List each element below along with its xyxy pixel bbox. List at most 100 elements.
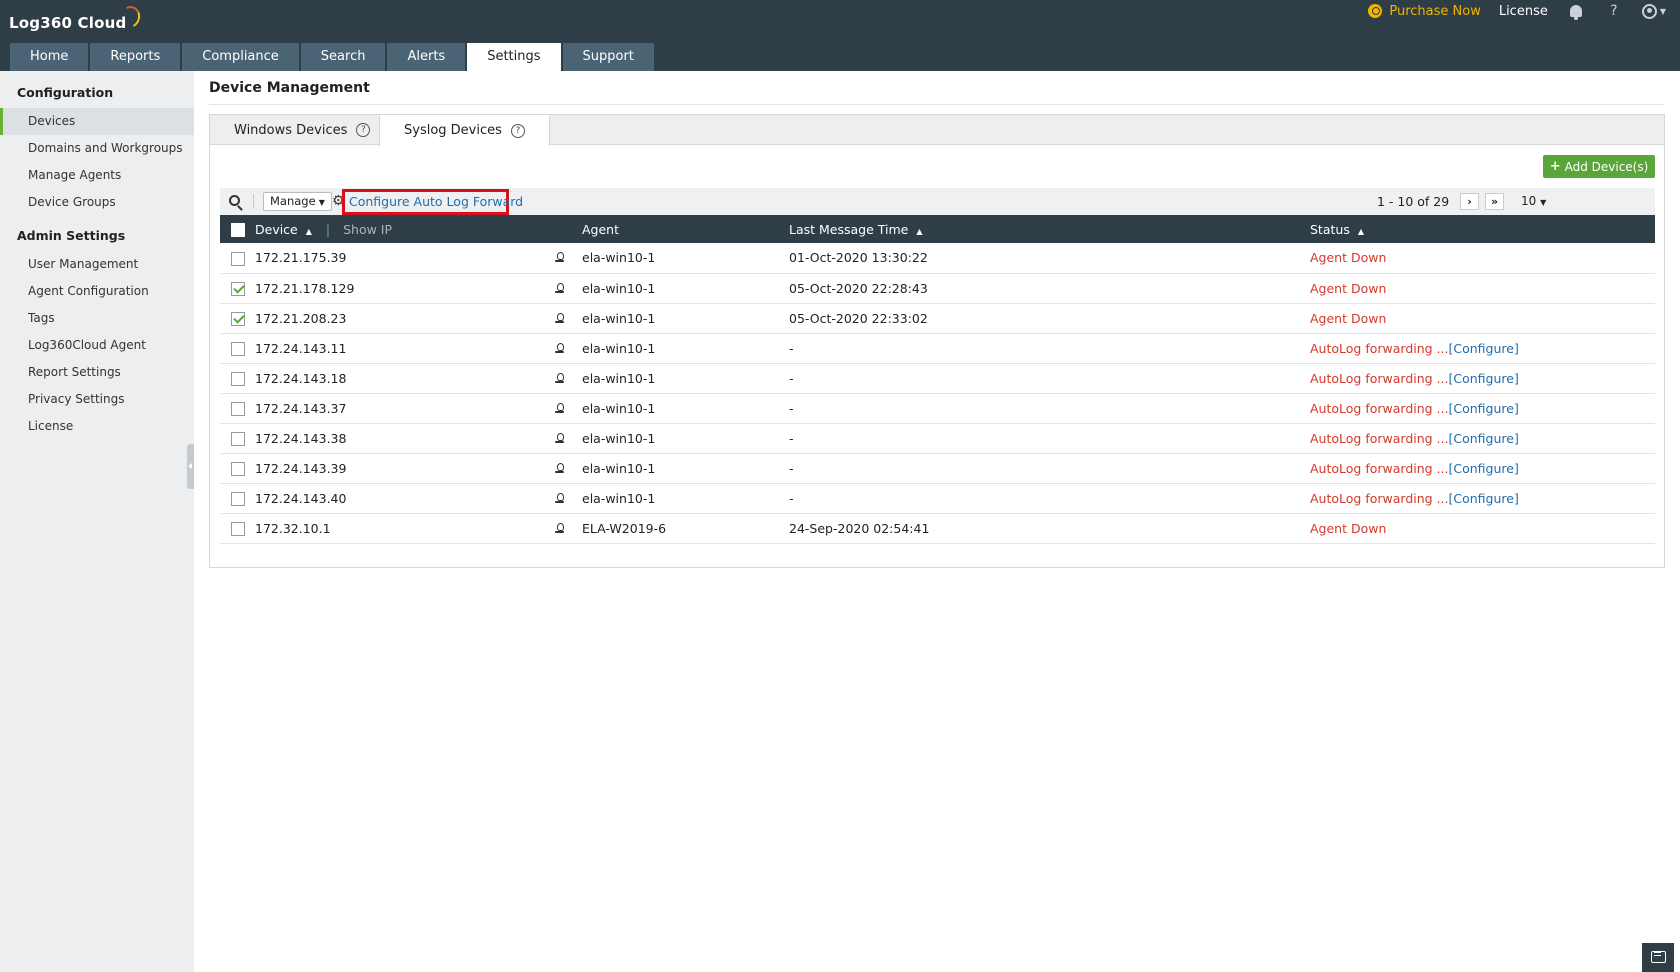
device-ip[interactable]: 172.24.143.18 (255, 371, 346, 386)
sidebar-item-privacy-settings[interactable]: Privacy Settings (0, 386, 194, 413)
purchase-now-link[interactable]: Purchase Now (1368, 4, 1481, 19)
table-row[interactable]: 172.24.143.39 ela-win10-1 - AutoLog forward… (220, 453, 1655, 484)
sidebar-item-agent-configuration[interactable]: Agent Configuration (0, 278, 194, 305)
last-message-time: - (789, 400, 794, 416)
device-ip[interactable]: 172.21.178.129 (255, 281, 354, 296)
last-message-time-cell: 05-Oct-2020 22:28:43 (789, 273, 1310, 304)
configure-auto-log-forward-link[interactable]: Configure Auto Log Forward (349, 194, 523, 209)
device-ip[interactable]: 172.32.10.1 (255, 521, 331, 536)
linux-icon (555, 402, 564, 414)
status-cell: AutoLog forwarding ...[Configure] (1310, 483, 1655, 514)
next-page-button[interactable]: › (1460, 193, 1479, 210)
row-checkbox[interactable] (230, 341, 245, 356)
status-cell: Agent Down (1310, 303, 1655, 334)
tab-windows-devices[interactable]: Windows Devices ? (234, 115, 371, 145)
sidebar-item-device-groups[interactable]: Device Groups (0, 189, 194, 216)
table-row[interactable]: 172.21.175.39 ela-win10-1 01-Oct-2020 13:3… (220, 243, 1655, 274)
table-row[interactable]: 172.21.208.23 ela-win10-1 05-Oct-2020 22:3… (220, 303, 1655, 334)
agent-cell: ela-win10-1 (582, 243, 789, 274)
row-checkbox[interactable] (230, 521, 245, 536)
row-checkbox[interactable] (230, 461, 245, 476)
table-row[interactable]: 172.32.10.1 ELA-W2019-6 24-Sep-2020 02:54:… (220, 513, 1655, 544)
table-row[interactable]: 172.24.143.18 ela-win10-1 - AutoLog forward… (220, 363, 1655, 394)
status-text: AutoLog forwarding ... (1310, 340, 1449, 356)
device-ip[interactable]: 172.24.143.40 (255, 491, 346, 506)
sidebar-item-manage-agents[interactable]: Manage Agents (0, 162, 194, 189)
sidebar-item-log360cloud-agent[interactable]: Log360Cloud Agent (0, 332, 194, 359)
show-ip-toggle[interactable]: | Show IP (326, 222, 392, 237)
tab-syslog-devices[interactable]: Syslog Devices ? (379, 115, 550, 146)
sidebar-item-devices[interactable]: Devices (0, 108, 194, 135)
agent-name: ela-win10-1 (582, 490, 656, 506)
help-icon[interactable]: ? (356, 123, 371, 137)
row-checkbox[interactable] (230, 281, 245, 296)
tab-compliance[interactable]: Compliance (182, 43, 299, 71)
agent-name: ela-win10-1 (582, 280, 656, 296)
row-checkbox[interactable] (230, 491, 245, 506)
last-message-time-cell: - (789, 333, 1310, 364)
sidebar-item-report-settings[interactable]: Report Settings (0, 359, 194, 386)
device-ip[interactable]: 172.24.143.37 (255, 401, 346, 416)
last-message-time: - (789, 340, 794, 356)
sidebar-item-user-management[interactable]: User Management (0, 251, 194, 278)
sidebar-item-tags[interactable]: Tags (0, 305, 194, 332)
license-link[interactable]: License (1499, 4, 1548, 19)
select-all-checkbox[interactable] (230, 222, 245, 237)
tab-settings[interactable]: Settings (467, 43, 561, 71)
agent-column-header[interactable]: Agent (582, 215, 789, 243)
device-ip[interactable]: 172.24.143.39 (255, 461, 346, 476)
chat-icon[interactable] (1642, 943, 1674, 972)
configure-link[interactable]: [Configure] (1448, 401, 1518, 416)
table-row[interactable]: 172.24.143.40 ela-win10-1 - AutoLog forward… (220, 483, 1655, 514)
last-message-time-cell: - (789, 483, 1310, 514)
per-page-dropdown[interactable]: 10 ▼ (1521, 194, 1546, 208)
row-checkbox[interactable] (230, 431, 245, 446)
tab-home[interactable]: Home (10, 43, 89, 71)
agent-name: ela-win10-1 (582, 310, 656, 326)
sidebar-collapse-handle[interactable] (187, 444, 194, 489)
configure-link[interactable]: [Configure] (1448, 491, 1518, 506)
sidebar-item-domains-workgroups[interactable]: Domains and Workgroups (0, 135, 194, 162)
device-cell: 172.24.143.11 (255, 333, 582, 364)
row-checkbox[interactable] (230, 311, 245, 326)
row-checkbox[interactable] (230, 371, 245, 386)
status-text: AutoLog forwarding ... (1310, 400, 1449, 416)
search-icon[interactable] (229, 195, 240, 206)
help-icon[interactable]: ? (510, 123, 525, 138)
configure-link[interactable]: [Configure] (1448, 341, 1518, 356)
configure-link[interactable]: [Configure] (1448, 371, 1518, 386)
agent-name: ela-win10-1 (582, 340, 656, 356)
tab-reports[interactable]: Reports (90, 43, 181, 71)
status-cell: Agent Down (1310, 243, 1655, 274)
configure-link[interactable]: [Configure] (1448, 431, 1518, 446)
device-column-header[interactable]: Device ▲ | Show IP (255, 215, 582, 243)
device-ip[interactable]: 172.21.208.23 (255, 311, 346, 326)
last-message-time: - (789, 430, 794, 446)
tab-alerts[interactable]: Alerts (387, 43, 466, 71)
add-devices-button[interactable]: + Add Device(s) (1543, 155, 1655, 178)
bell-icon[interactable] (1569, 5, 1582, 20)
last-message-time-column-header[interactable]: Last Message Time ▲ (789, 215, 1310, 243)
tab-support[interactable]: Support (562, 43, 654, 71)
row-checkbox[interactable] (230, 401, 245, 416)
table-row[interactable]: 172.24.143.11 ela-win10-1 - AutoLog forward… (220, 333, 1655, 364)
status-column-header[interactable]: Status ▲ (1310, 215, 1655, 243)
last-page-button[interactable]: » (1485, 193, 1504, 210)
linux-icon (555, 522, 564, 534)
sidebar-item-license[interactable]: License (0, 413, 194, 440)
device-ip[interactable]: 172.24.143.11 (255, 341, 346, 356)
table-row[interactable]: 172.24.143.37 ela-win10-1 - AutoLog forward… (220, 393, 1655, 424)
user-menu[interactable]: ▼ (1641, 3, 1666, 19)
device-ip[interactable]: 172.24.143.38 (255, 431, 346, 446)
device-cell: 172.24.143.39 (255, 453, 582, 484)
manage-dropdown[interactable]: Manage ▼ (263, 192, 332, 211)
configure-link[interactable]: [Configure] (1448, 461, 1518, 476)
row-checkbox[interactable] (230, 251, 245, 266)
app-logo[interactable]: Log360 Cloud (9, 3, 144, 32)
help-icon[interactable]: ? (1606, 3, 1622, 19)
device-ip[interactable]: 172.21.175.39 (255, 250, 346, 265)
table-row[interactable]: 172.24.143.38 ela-win10-1 - AutoLog forward… (220, 423, 1655, 454)
tab-search[interactable]: Search (300, 43, 386, 71)
table-row[interactable]: 172.21.178.129 ela-win10-1 05-Oct-2020 22:… (220, 273, 1655, 304)
agent-cell: ela-win10-1 (582, 393, 789, 424)
